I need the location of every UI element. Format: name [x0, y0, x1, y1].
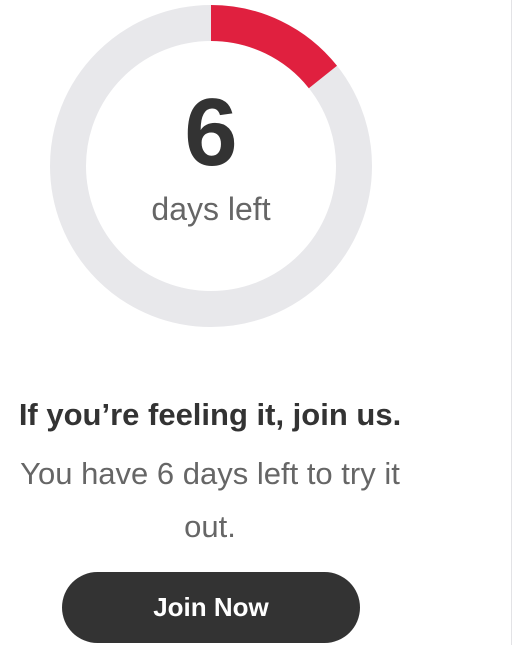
- panel-divider: [511, 0, 512, 645]
- days-left-number: 6: [184, 79, 238, 186]
- days-left-ring: 6 days left: [48, 3, 374, 329]
- days-left-label: days left: [151, 191, 271, 227]
- join-now-button[interactable]: Join Now: [62, 572, 360, 643]
- subtext: You have 6 days left to try it out.: [20, 456, 400, 544]
- headline: If you’re feeling it, join us.: [18, 397, 402, 432]
